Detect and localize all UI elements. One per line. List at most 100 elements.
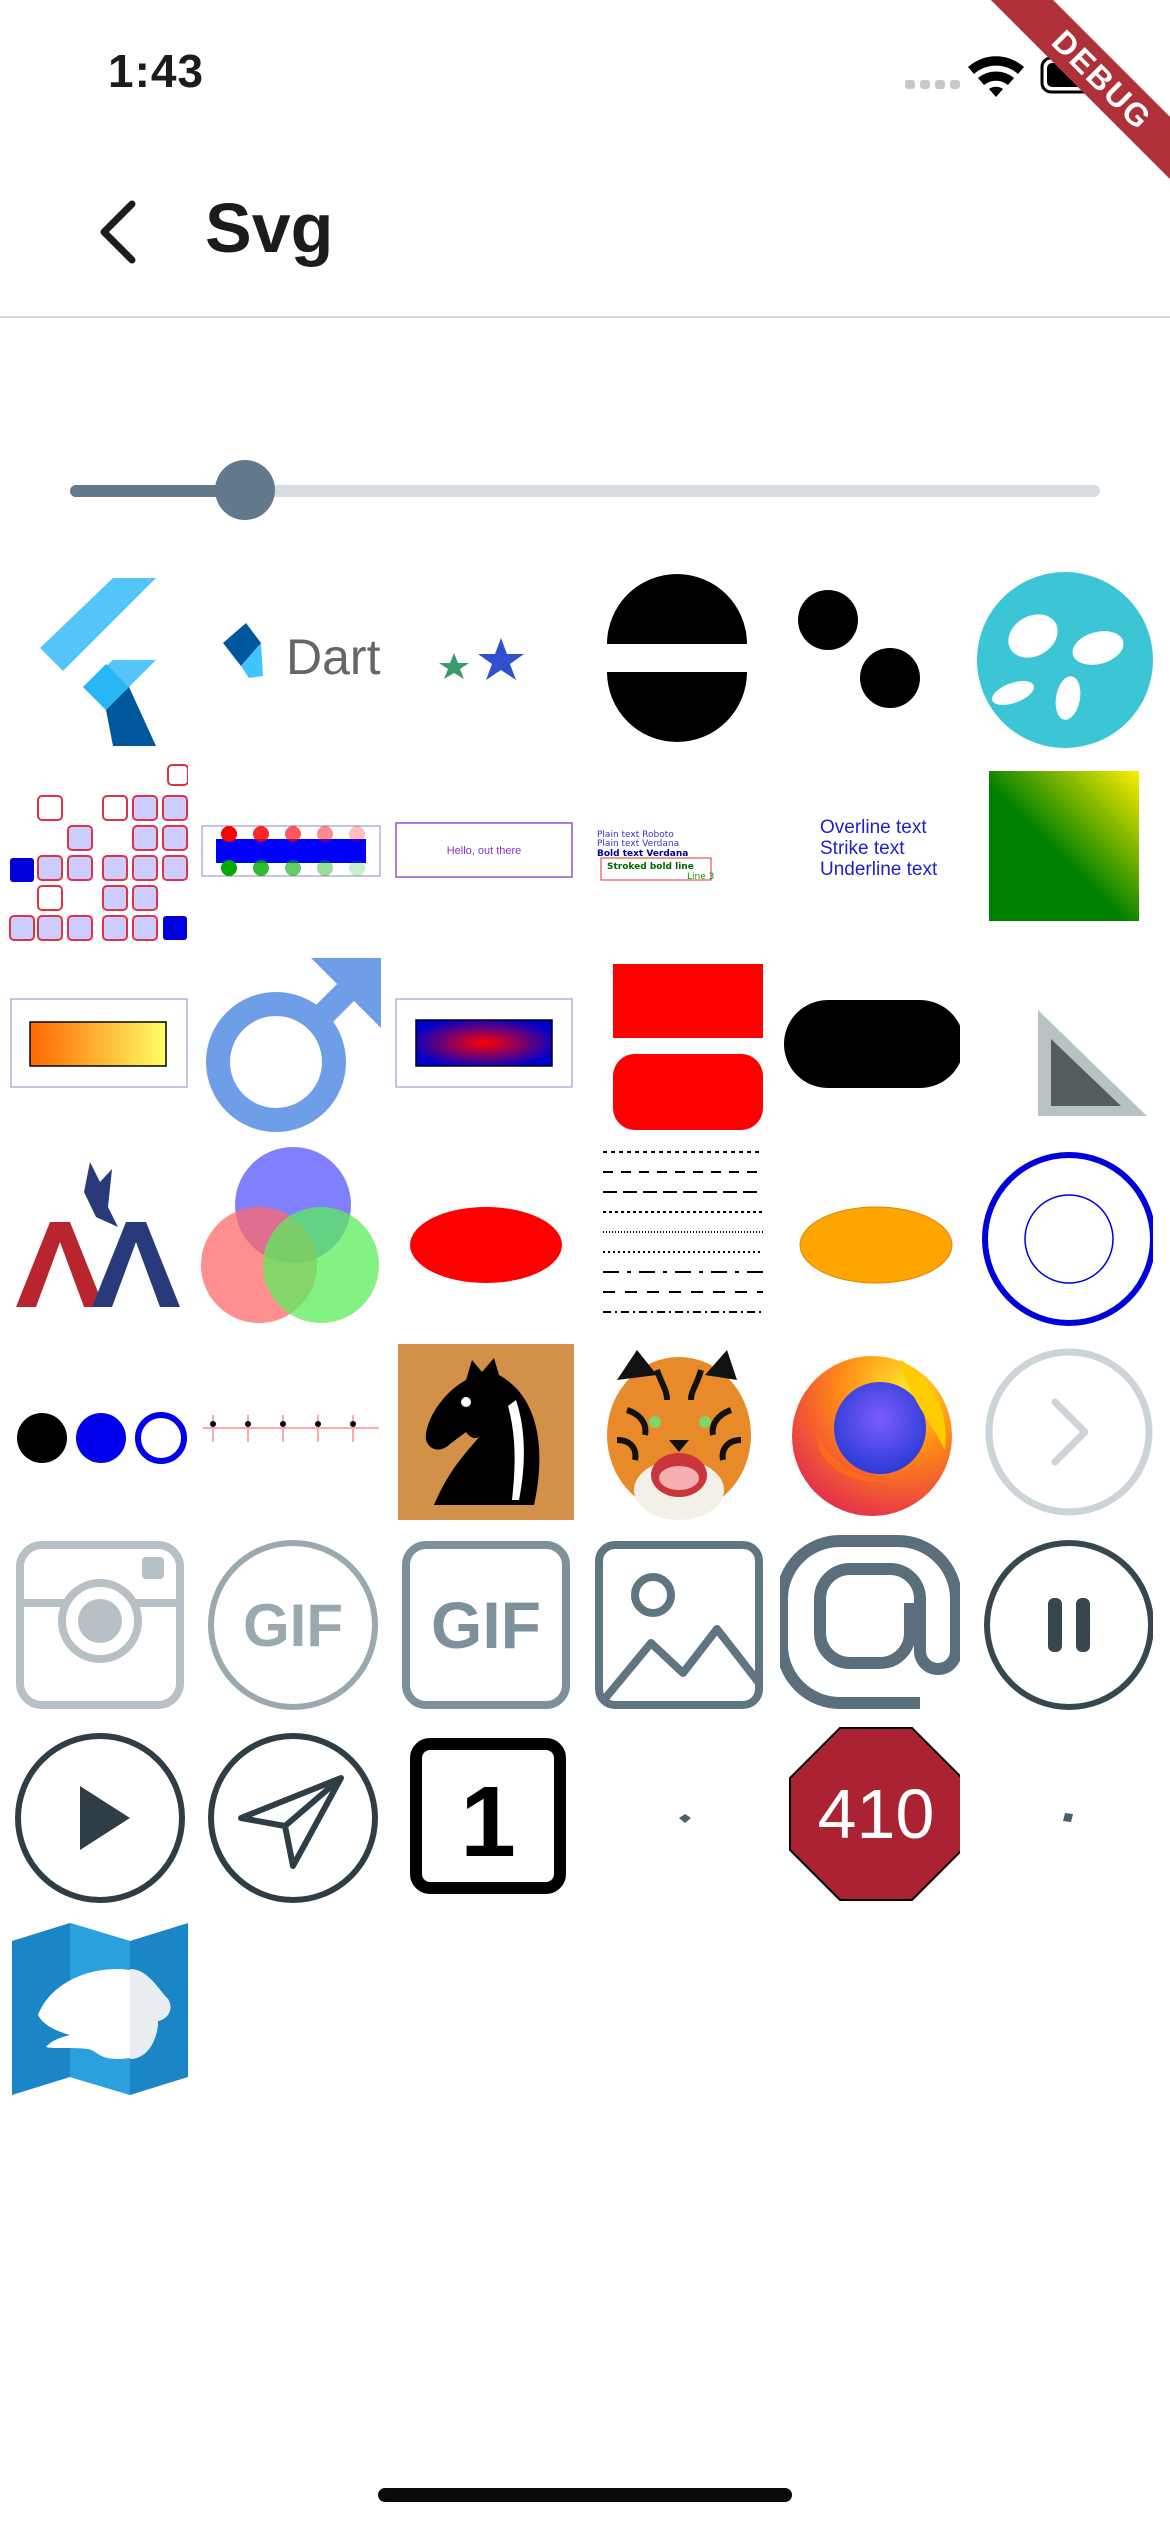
tile-american-airlines[interactable] [8,1147,188,1327]
blue-rings-icon [982,1152,1153,1326]
chevron-circle-icon [985,1348,1153,1516]
venn-circles-icon [201,1147,379,1323]
triangle-icon [1038,1010,1147,1116]
tile-send-circle[interactable] [201,1726,381,1906]
strike-text: Strike text [820,838,905,859]
tile-linear-gradient[interactable] [8,954,188,1134]
tile-flutter-logo[interactable] [8,568,188,748]
cyan-blob-icon [977,572,1153,748]
text-box-label: Hello, out there [447,845,522,857]
tile-tiger[interactable] [587,1340,767,1520]
split-circle-icon [607,574,747,742]
rect-pattern-icon [9,764,188,941]
male-symbol-icon [206,958,381,1132]
status-bar: 1:43 DEBUG [0,0,1170,200]
app-bar: Svg [0,150,1170,318]
tile-gradient-square[interactable] [973,761,1153,941]
tile-black-pill[interactable] [780,954,960,1134]
page-title: Svg [205,189,334,267]
small-dot-icon [679,1814,691,1823]
tile-two-dots[interactable] [780,568,960,748]
firefox-logo-icon [792,1356,952,1516]
instagram-icon [16,1541,184,1709]
home-indicator[interactable] [378,2488,792,2502]
stars-icon [439,638,524,680]
tile-gif-square[interactable]: GIF [394,1533,574,1713]
three-circles-icon [17,1412,187,1464]
number-one-label: 1 [460,1766,516,1878]
tile-number-one[interactable]: 1 [394,1726,574,1906]
tile-map-bear[interactable] [8,1919,188,2099]
status-time: 1:43 [108,45,205,97]
text-fonts-icon: Plain text Roboto Plain text Verdana Bol… [597,830,714,882]
tile-red-rects[interactable] [587,954,767,1134]
text-fonts-line-4: Stroked bold line [607,862,694,872]
dart-logo-icon: Dart [223,623,381,685]
tile-split-circle[interactable] [587,568,767,748]
stop-sign-label: 410 [818,1775,935,1853]
tile-rect-pattern[interactable] [8,761,188,941]
tile-text-decoration[interactable]: Overline text Strike text Underline text [780,761,960,941]
slider-thumb[interactable] [215,460,276,520]
stop-sign-icon: 410 [789,1727,960,1901]
text-fonts-line-5: Line 3 [687,872,714,882]
tick-line-icon [203,1415,379,1442]
tile-small-dot-1[interactable] [587,1726,767,1906]
gif-square-label: GIF [431,1588,541,1662]
tile-dashed-lines[interactable] [587,1147,767,1327]
tile-red-ellipse[interactable] [394,1147,574,1327]
two-dots-icon [798,590,920,708]
tile-play-circle[interactable] [8,1726,188,1906]
size-slider[interactable] [70,460,1100,520]
overline-text: Overline text [820,817,927,838]
tile-small-dot-2[interactable] [973,1726,1153,1906]
text-fonts-line-2: Plain text Verdana [597,839,679,849]
map-bear-icon [12,1923,188,2095]
tile-image[interactable] [587,1533,767,1713]
radial-gradient-rect-icon [395,998,573,1088]
at-sign-icon [780,1535,960,1709]
tile-at-sign[interactable] [780,1533,960,1713]
orange-ellipse-icon [799,1206,953,1284]
gif-circle-icon: GIF [208,1540,378,1710]
tile-chess-knight[interactable] [394,1340,574,1520]
play-circle-icon [15,1733,185,1903]
tile-dart-logo[interactable]: Dart [201,568,381,748]
tile-cyan-blob[interactable] [973,568,1153,748]
tile-stop-sign[interactable]: 410 [780,1726,960,1906]
tile-gif-circle[interactable]: GIF [201,1533,381,1713]
tile-chevron-circle[interactable] [973,1340,1153,1520]
chess-knight-icon [398,1344,574,1520]
american-airlines-logo-icon [16,1162,180,1307]
red-ellipse-icon [410,1207,562,1283]
tile-tick-line[interactable] [201,1340,381,1520]
back-button[interactable] [82,192,162,272]
chevron-left-icon [100,200,136,264]
signal-icon [905,80,960,89]
tile-stars[interactable] [394,568,574,748]
tile-text-box[interactable]: Hello, out there [394,761,574,941]
tile-pause-circle[interactable] [973,1533,1153,1713]
red-rects-icon [613,964,763,1130]
tile-radial-gradient[interactable] [394,954,574,1134]
tile-firefox-logo[interactable] [780,1340,960,1520]
linear-gradient-rect-icon [10,998,188,1088]
black-pill-icon [784,1000,960,1088]
text-decoration-icon: Overline text Strike text Underline text [820,817,938,880]
tile-triangle[interactable] [973,954,1153,1134]
tile-venn-circles[interactable] [201,1147,381,1327]
tiger-icon [607,1350,751,1520]
send-circle-icon [208,1733,378,1903]
dashed-lines-icon [603,1151,763,1313]
flutter-logo-icon [40,578,156,746]
tile-text-fonts[interactable]: Plain text Roboto Plain text Verdana Bol… [587,761,767,941]
dart-logo-text: Dart [286,629,381,685]
tile-three-circles[interactable] [8,1340,188,1520]
tile-male-symbol[interactable] [201,954,381,1134]
tile-orange-ellipse[interactable] [780,1147,960,1327]
tile-blue-rings[interactable] [973,1147,1153,1327]
tile-bar-circles[interactable] [201,761,381,941]
gif-square-icon: GIF [402,1541,570,1709]
tile-instagram[interactable] [8,1533,188,1713]
bar-circles-icon [201,825,381,877]
